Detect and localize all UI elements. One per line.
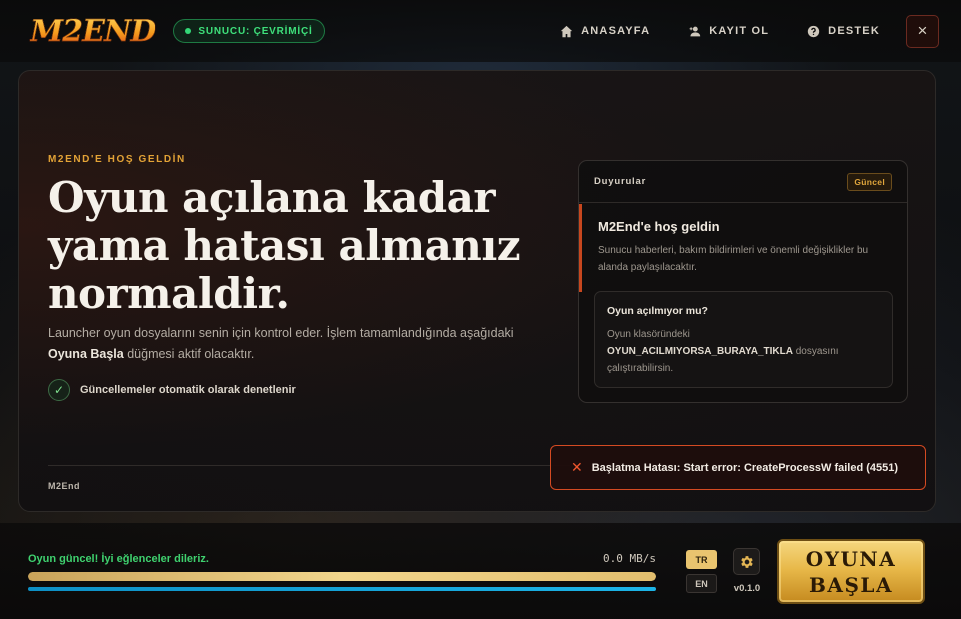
close-button[interactable]: ×	[906, 14, 939, 48]
divider	[48, 465, 570, 466]
description: Launcher oyun dosyalarını senin için kon…	[48, 323, 548, 365]
download-speed: 0.0 MB/s	[603, 552, 656, 565]
language-tr-button[interactable]: TR	[686, 550, 717, 569]
help-card-title: Oyun açılmıyor mu?	[607, 305, 708, 317]
gear-icon	[740, 555, 753, 568]
footer-brand: M2End	[48, 481, 81, 491]
play-button-line2: BAŞLA	[809, 572, 893, 597]
language-en-button[interactable]: EN	[686, 574, 717, 593]
bottom-bar: Oyun güncel! İyi eğlenceler dileriz. 0.0…	[0, 523, 961, 619]
help-card-filename: OYUN_ACILMIYORSA_BURAYA_TIKLA	[607, 346, 793, 357]
nav-home[interactable]: ANASAYFA	[560, 25, 650, 38]
announcements-header: Duyurular Güncel	[579, 161, 907, 203]
description-suffix: düğmesi aktif olacaktır.	[123, 347, 255, 361]
nav-support-label: DESTEK	[828, 25, 880, 37]
announcement-title: M2End'e hoş geldin	[598, 219, 720, 234]
auto-update-note: ✓ Güncellemeler otomatik olarak denetlen…	[48, 379, 296, 401]
close-icon: ×	[917, 21, 928, 40]
add-user-icon	[689, 26, 701, 36]
play-button-line1: OYUNA	[805, 546, 897, 571]
check-icon: ✓	[48, 379, 70, 401]
page-title: Oyun açılana kadar yama hatası almanız n…	[48, 173, 521, 318]
status-dot-icon	[185, 28, 192, 34]
announcement-item: M2End'e hoş geldin Sunucu haberleri, bak…	[579, 204, 907, 292]
nav-register[interactable]: KAYIT OL	[688, 25, 769, 38]
help-card-prefix: Oyun klasöründeki	[607, 329, 690, 340]
home-icon	[560, 25, 573, 37]
secondary-progress-fill	[28, 587, 656, 591]
secondary-progress-bar	[28, 587, 656, 591]
announcements-badge: Güncel	[847, 172, 892, 191]
announcement-help-card: Oyun açılmıyor mu? Oyun klasöründeki OYUN…	[594, 291, 893, 388]
progress-bar	[28, 572, 656, 581]
server-status-badge: SUNUCU: ÇEVRİMİÇİ	[173, 19, 325, 43]
logo: M2END	[30, 13, 157, 49]
announcements-panel: Duyurular Güncel M2End'e hoş geldin Sunu…	[578, 160, 908, 403]
nav-support[interactable]: DESTEK	[807, 25, 880, 38]
auto-update-label: Güncellemeler otomatik olarak denetlenir	[80, 384, 296, 396]
server-status-text: SUNUCU: ÇEVRİMİÇİ	[198, 25, 313, 37]
error-toast[interactable]: ✕ Başlatma Hatası: Start error: CreatePr…	[550, 445, 926, 490]
error-message: Başlatma Hatası: Start error: CreateProc…	[591, 461, 899, 474]
error-icon: ✕	[571, 459, 583, 475]
welcome-eyebrow: M2END'E HOŞ GELDİN	[48, 154, 186, 165]
progress-bar-fill	[28, 572, 656, 581]
description-bold: Oyuna Başla	[48, 347, 124, 361]
nav-home-label: ANASAYFA	[581, 25, 651, 37]
progress-status: Oyun güncel! İyi eğlenceler dileriz.	[28, 553, 209, 565]
settings-button[interactable]	[733, 548, 760, 575]
announcements-title: Duyurular	[594, 176, 647, 187]
play-button[interactable]: OYUNA BAŞLA	[777, 539, 925, 604]
help-icon	[807, 25, 820, 37]
version-label: v0.1.0	[733, 583, 761, 594]
help-card-body: Oyun klasöründeki OYUN_ACILMIYORSA_BURAYA…	[607, 326, 880, 377]
top-bar: M2END SUNUCU: ÇEVRİMİÇİ ANASAYFA KAYIT O…	[0, 0, 961, 62]
main-nav: ANASAYFA KAYIT OL DESTEK ×	[522, 14, 939, 48]
announcement-body: Sunucu haberleri, bakım bildirimleri ve …	[598, 245, 869, 273]
nav-register-label: KAYIT OL	[709, 25, 770, 37]
description-prefix: Launcher oyun dosyalarını senin için kon…	[48, 326, 514, 340]
